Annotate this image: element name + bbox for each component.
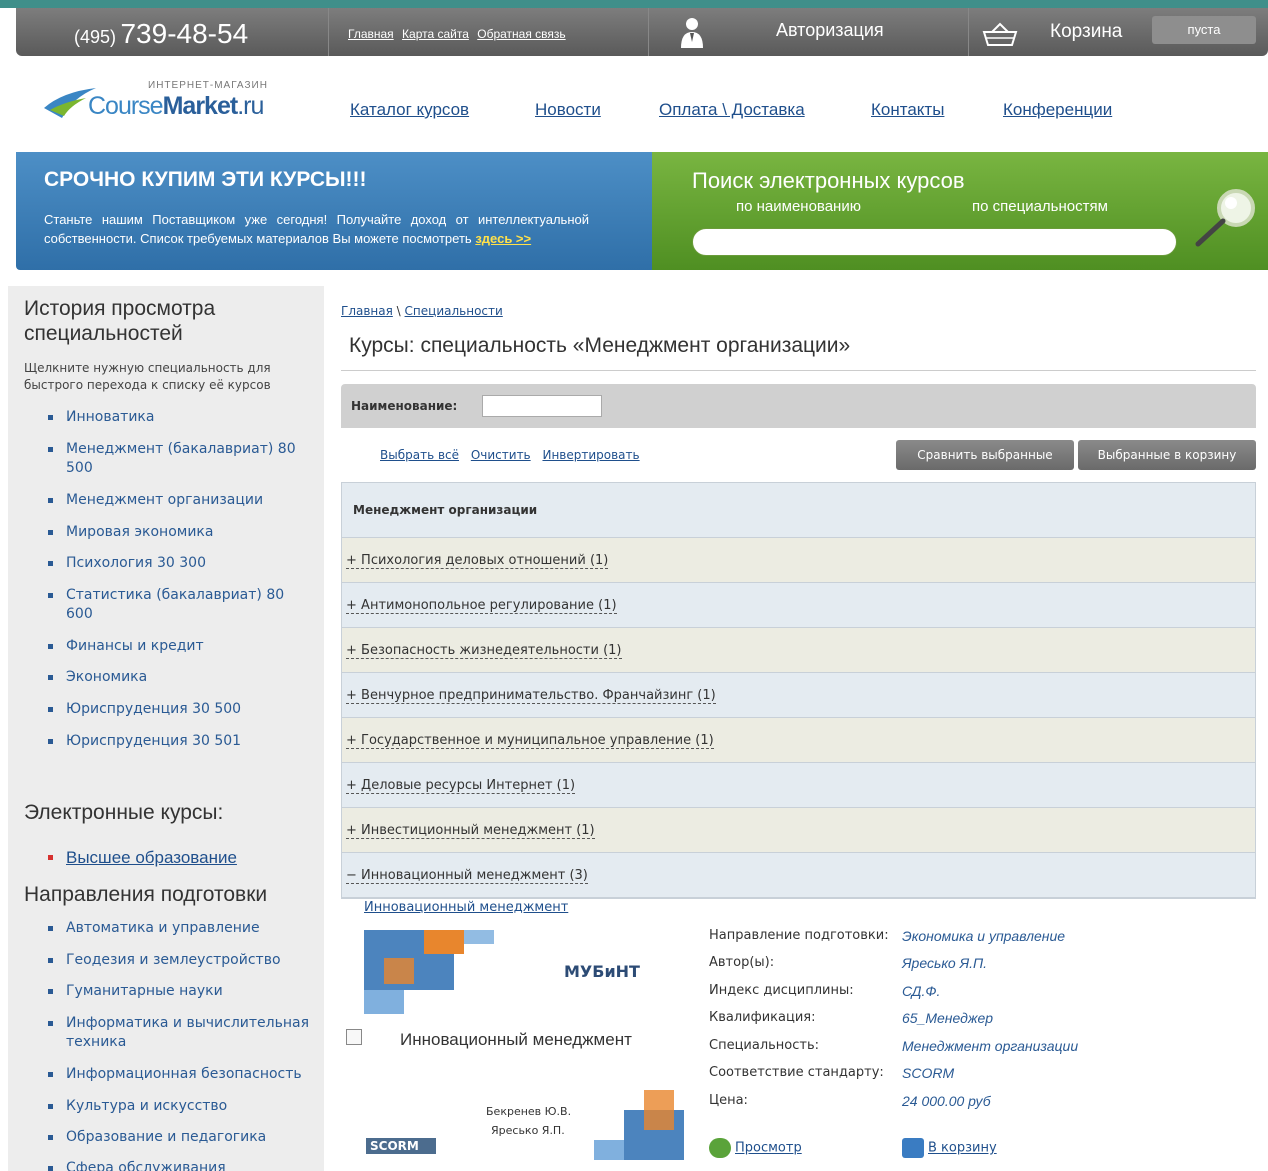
search-input[interactable] — [692, 228, 1177, 256]
feedback-link[interactable]: Обратная связь — [477, 27, 565, 41]
nav-contacts[interactable]: Контакты — [871, 100, 944, 120]
invert-link[interactable]: Инвертировать — [542, 448, 639, 462]
course-cover-image[interactable]: МУБиНТ Инновационный менеджмент Бекренев… — [364, 930, 684, 1160]
scorm-badge: SCORM — [366, 1138, 436, 1154]
promo-banner: СРОЧНО КУПИМ ЭТИ КУРСЫ!!! Станьте нашим … — [16, 152, 656, 270]
search-tab-by-specialty[interactable]: по специальностям — [972, 198, 1108, 215]
divider — [648, 8, 649, 56]
cover-author: Яресько Я.П. — [491, 1124, 565, 1137]
sidebar: История просмотра специальностей Щелкните… — [8, 286, 324, 1171]
history-hint: Щелкните нужную специальность для быстро… — [24, 361, 271, 392]
divider — [341, 370, 1256, 371]
cart-add-icon — [902, 1138, 924, 1158]
auth-link[interactable]: Авторизация — [776, 20, 884, 41]
user-icon[interactable] — [678, 16, 706, 48]
cover-title: Инновационный менеджмент — [400, 1030, 632, 1049]
breadcrumb-specialties[interactable]: Специальности — [405, 304, 503, 318]
history-item[interactable]: Мировая экономика — [48, 523, 310, 542]
selection-actions: Выбрать всё Очистить Инвертировать — [380, 448, 648, 462]
history-item[interactable]: Юриспруденция 30 500 — [48, 700, 310, 719]
view-course-button[interactable]: Просмотр — [709, 1138, 802, 1158]
course-category-row[interactable]: + Венчурное предпринимательство. Франчай… — [342, 673, 1255, 718]
compare-selected-button[interactable]: Сравнить выбранные — [896, 440, 1074, 470]
history-item[interactable]: Финансы и кредит — [48, 637, 310, 656]
ecourses-title: Электронные курсы: — [24, 801, 224, 824]
selected-to-cart-button[interactable]: Выбранные в корзину — [1078, 440, 1256, 470]
main-content: Главная \ Специальности Курсы: специальн… — [326, 286, 1268, 1171]
course-title-link[interactable]: Инновационный менеджмент — [364, 900, 568, 915]
search-panel: Поиск электронных курсов по наименованию… — [652, 152, 1268, 270]
breadcrumb-home[interactable]: Главная — [341, 304, 393, 318]
clear-link[interactable]: Очистить — [471, 448, 531, 462]
course-category-row[interactable]: + Психология деловых отношений (1) — [342, 538, 1255, 583]
direction-item[interactable]: Сфера обслуживания — [48, 1159, 310, 1171]
sitemap-link[interactable]: Карта сайта — [402, 27, 469, 41]
select-all-link[interactable]: Выбрать всё — [380, 448, 459, 462]
top-strip — [0, 0, 1268, 8]
history-item[interactable]: Менеджмент организации — [48, 491, 310, 510]
course-category-row-expanded[interactable]: − Инновационный менеджмент (3) — [342, 853, 1255, 898]
search-icon[interactable] — [1192, 186, 1260, 248]
direction-item[interactable]: Информатика и вычислительная техника — [48, 1014, 310, 1052]
basket-icon[interactable] — [982, 22, 1018, 46]
course-category-row[interactable]: + Антимонопольное регулирование (1) — [342, 583, 1255, 628]
direction-item[interactable]: Автоматика и управление — [48, 919, 310, 938]
name-filter-input[interactable] — [482, 395, 602, 417]
history-item[interactable]: Менеджмент (бакалавриат) 80 500 — [48, 440, 310, 478]
course-category-row[interactable]: + Инвестиционный менеджмент (1) — [342, 808, 1255, 853]
add-to-cart-button[interactable]: В корзину — [902, 1138, 997, 1158]
cover-author: Бекренев Ю.В. — [486, 1105, 572, 1118]
nav-conferences[interactable]: Конференции — [1003, 100, 1112, 120]
directions-title: Направления подготовки — [24, 883, 268, 906]
page-title: Курсы: специальность «Менеджмент организ… — [349, 334, 851, 357]
filter-label: Наименование: — [351, 399, 458, 413]
home-link[interactable]: Главная — [348, 27, 394, 41]
promo-link[interactable]: здесь >> — [475, 231, 531, 246]
search-tab-by-name[interactable]: по наименованию — [736, 198, 861, 215]
ecourse-item[interactable]: Высшее образование — [48, 848, 310, 867]
direction-item[interactable]: Гуманитарные науки — [48, 982, 310, 1001]
filter-bar: Наименование: — [341, 384, 1256, 428]
cart-status-badge[interactable]: пуста — [1152, 16, 1256, 44]
nav-payment-delivery[interactable]: Оплата \ Доставка — [659, 100, 805, 120]
promo-text: Станьте нашим Поставщиком уже сегодня! П… — [44, 212, 589, 246]
divider — [968, 8, 969, 56]
course-group-title: Менеджмент организации — [342, 483, 1255, 538]
history-item[interactable]: Юриспруденция 30 501 — [48, 732, 310, 751]
course-select-checkbox[interactable] — [346, 1029, 362, 1045]
history-item[interactable]: Экономика — [48, 668, 310, 687]
direction-item[interactable]: Геодезия и землеустройство — [48, 951, 310, 970]
course-list: Менеджмент организации + Психология дело… — [341, 482, 1256, 899]
course-category-row[interactable]: + Безопасность жизнедеятельности (1) — [342, 628, 1255, 673]
cart-label[interactable]: Корзина — [1050, 21, 1122, 43]
top-links: Главная Карта сайта Обратная связь — [348, 27, 571, 41]
history-item[interactable]: Инноватика — [48, 408, 310, 427]
history-item[interactable]: Статистика (бакалавриат) 80 600 — [48, 586, 310, 624]
direction-item[interactable]: Культура и искусство — [48, 1097, 310, 1116]
site-logo[interactable]: ИНТЕРНЕТ-МАГАЗИН CourseMarket.ru — [42, 80, 292, 130]
course-category-row[interactable]: + Деловые ресурсы Интернет (1) — [342, 763, 1255, 808]
history-item[interactable]: Психология 30 300 — [48, 554, 310, 573]
cover-brand: МУБиНТ — [564, 962, 640, 981]
eye-icon — [709, 1138, 731, 1158]
history-title: История просмотра специальностей — [24, 297, 216, 345]
top-bar: (495) 739-48-54 Главная Карта сайта Обра… — [16, 8, 1268, 56]
direction-item[interactable]: Образование и педагогика — [48, 1128, 310, 1147]
search-title: Поиск электронных курсов — [692, 168, 965, 193]
nav-news[interactable]: Новости — [535, 100, 601, 120]
direction-item[interactable]: Информационная безопасность — [48, 1065, 310, 1084]
nav-catalog[interactable]: Каталог курсов — [350, 100, 469, 120]
phone-number: (495) 739-48-54 — [74, 18, 249, 49]
course-category-row[interactable]: + Государственное и муниципальное управл… — [342, 718, 1255, 763]
breadcrumb: Главная \ Специальности — [341, 304, 503, 318]
divider — [328, 8, 329, 56]
promo-title: СРОЧНО КУПИМ ЭТИ КУРСЫ!!! — [44, 168, 367, 191]
